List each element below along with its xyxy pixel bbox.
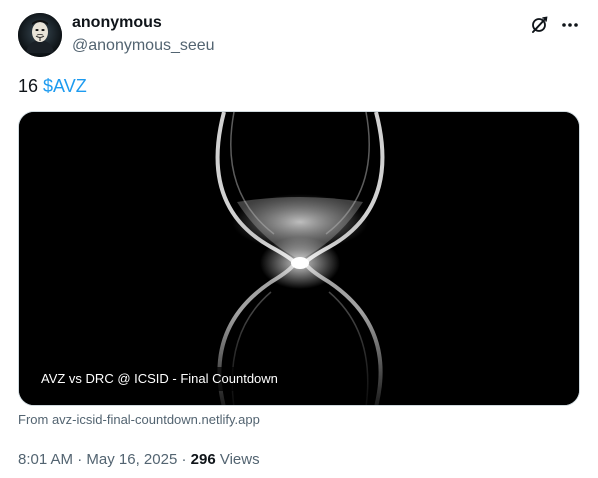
author-handle[interactable]: @anonymous_seeu: [72, 37, 215, 55]
tweet-number: 16: [18, 76, 39, 96]
tweet-date[interactable]: May 16, 2025: [86, 451, 177, 468]
card-title: AVZ vs DRC @ ICSID - Final Countdown: [33, 367, 286, 391]
tweet-time[interactable]: 8:01 AM: [18, 451, 73, 468]
tweet-text: 16 $AVZ: [18, 75, 87, 97]
meta-separator: ·: [77, 451, 83, 468]
more-options-button[interactable]: [558, 13, 582, 37]
author-name[interactable]: anonymous: [72, 14, 162, 32]
author-avatar[interactable]: [18, 13, 62, 57]
link-card[interactable]: AVZ vs DRC @ ICSID - Final Countdown: [18, 111, 580, 406]
hourglass-image: [19, 112, 579, 405]
grok-button[interactable]: [527, 13, 551, 37]
meta-separator: ·: [181, 451, 187, 468]
tweet-meta: 8:01 AM · May 16, 2025 · 296 Views: [18, 451, 260, 468]
card-source-link[interactable]: From avz-icsid-final-countdown.netlify.a…: [18, 412, 260, 427]
guy-fawkes-mask-icon: [18, 13, 62, 57]
more-icon: [562, 23, 578, 27]
cashtag-link[interactable]: $AVZ: [43, 76, 87, 96]
views-count: 296: [190, 451, 216, 468]
views-label: Views: [219, 451, 260, 468]
grok-icon: [532, 16, 548, 33]
